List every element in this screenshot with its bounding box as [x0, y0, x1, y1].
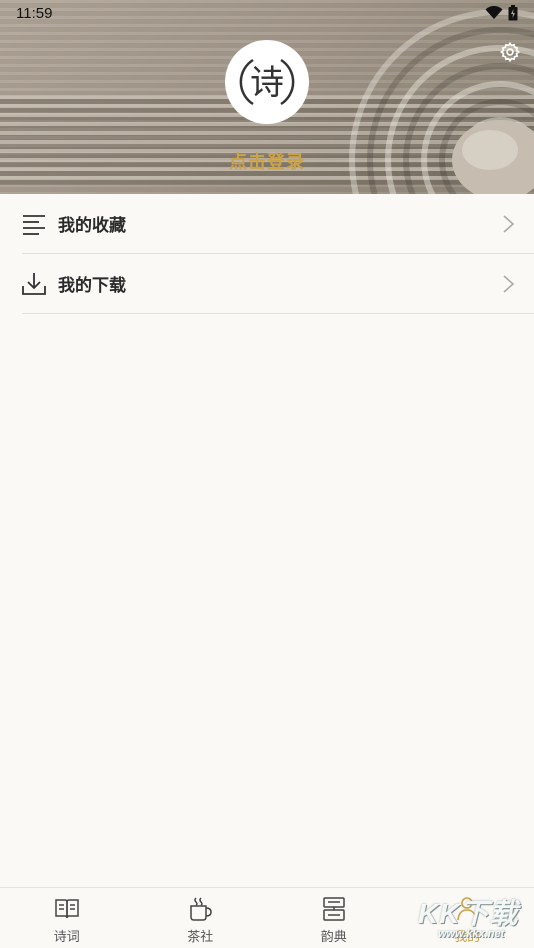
- menu-item-label: 我的下载: [58, 276, 126, 296]
- svg-text:诗: 诗: [250, 63, 284, 103]
- tea-cup-icon: [190, 897, 213, 921]
- nav-tab-poetry[interactable]: 诗词: [0, 888, 134, 948]
- avatar[interactable]: 诗: [225, 40, 309, 124]
- book-icon: [55, 899, 79, 919]
- menu-item-downloads[interactable]: 我的下载: [22, 254, 534, 314]
- login-link[interactable]: 点击登录: [0, 148, 534, 174]
- status-time: 11:59: [16, 4, 53, 22]
- watermark-main: KK下载: [418, 898, 519, 929]
- wifi-icon: [485, 6, 503, 19]
- nav-label: 诗词: [53, 930, 80, 945]
- logo-seal-icon: 诗: [239, 58, 295, 106]
- profile-header: 11:59 诗 点击登录: [0, 0, 534, 194]
- nav-label: 韵典: [320, 930, 347, 945]
- nav-tab-rhyme-dictionary[interactable]: 韵典: [267, 888, 401, 948]
- menu-item-label: 我的收藏: [58, 216, 126, 236]
- watermark: KK下载 www.kkx.net: [418, 892, 534, 948]
- battery-icon: [508, 5, 518, 21]
- chevron-right-icon: [503, 215, 515, 233]
- chevron-right-icon: [503, 275, 515, 293]
- list-icon: [23, 214, 45, 235]
- menu-item-favorites[interactable]: 我的收藏: [22, 194, 534, 254]
- settings-gear-icon[interactable]: [499, 41, 521, 63]
- watermark-url: www.kkx.net: [438, 928, 505, 940]
- profile-menu: 我的收藏 我的下载: [0, 194, 534, 314]
- nav-tab-tea-house[interactable]: 茶社: [134, 888, 268, 948]
- download-icon: [22, 272, 46, 295]
- dictionary-icon: [323, 897, 345, 921]
- status-bar: 11:59: [0, 0, 534, 26]
- nav-label: 茶社: [187, 930, 214, 945]
